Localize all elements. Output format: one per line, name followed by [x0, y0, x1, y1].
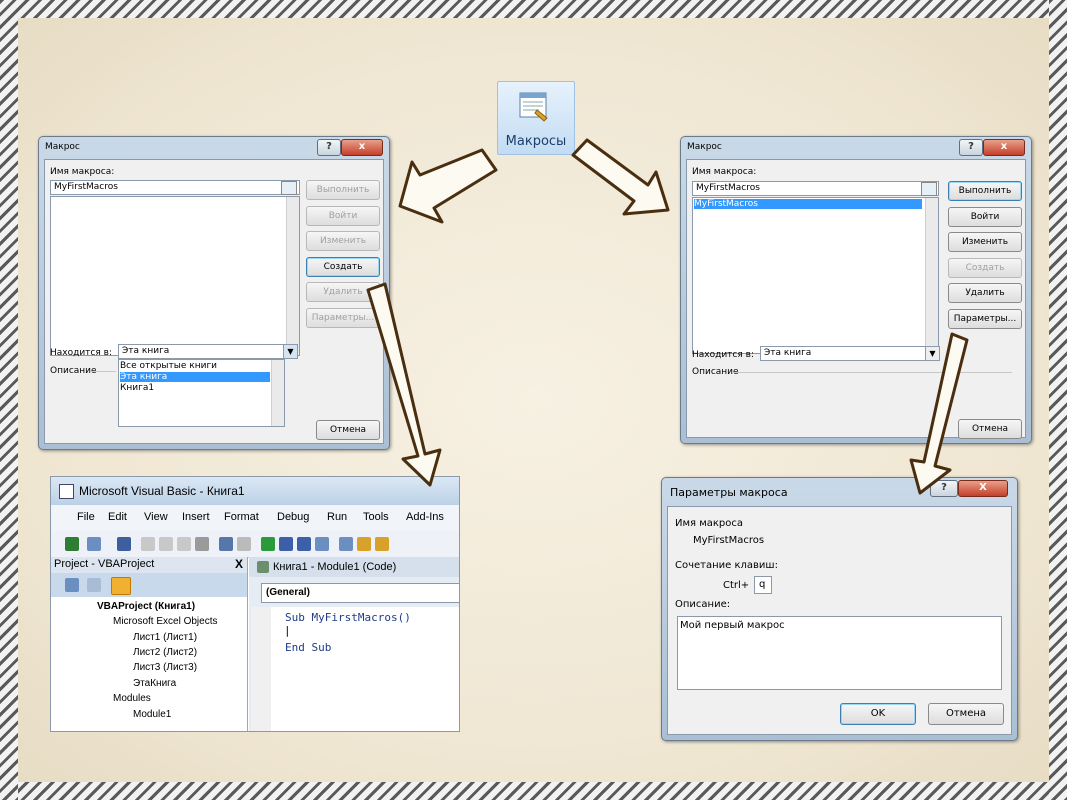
arrow-to-right-dialog	[571, 138, 670, 216]
arrow-to-left-dialog	[398, 148, 498, 224]
flow-arrows	[366, 138, 969, 495]
arrow-to-vba-editor	[366, 282, 442, 487]
arrow-to-options-dialog	[909, 332, 969, 495]
